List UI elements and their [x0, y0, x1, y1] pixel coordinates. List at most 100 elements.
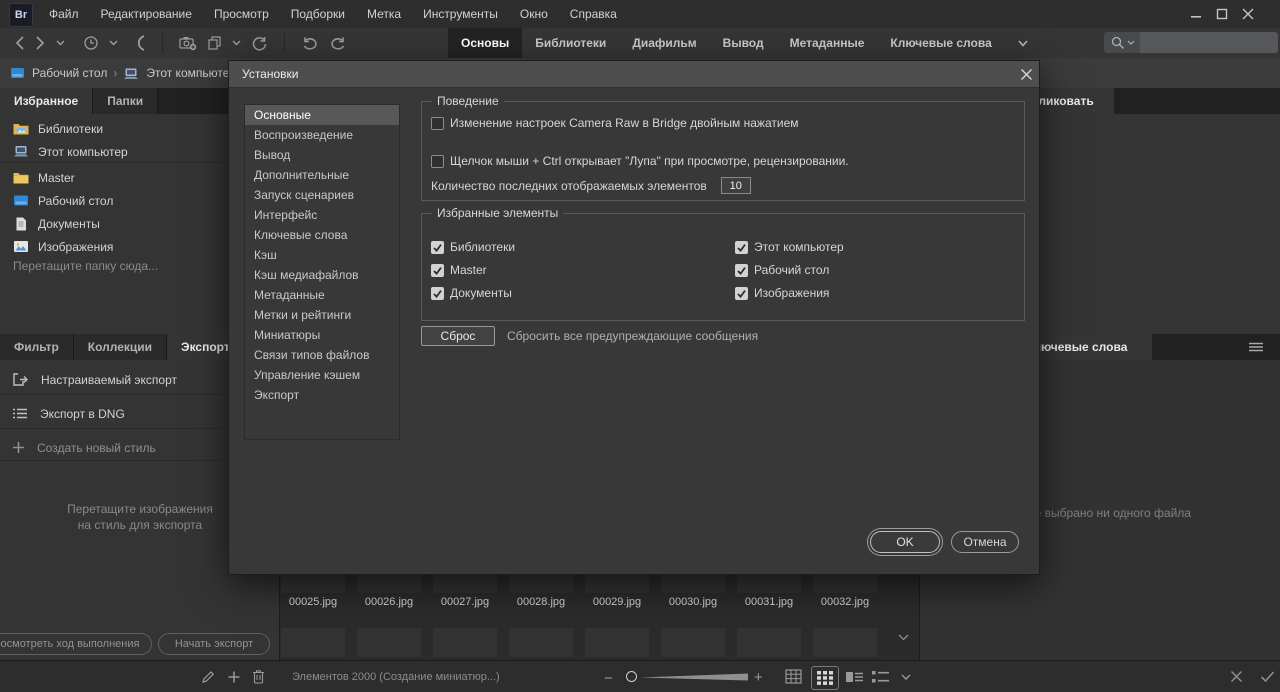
- nav-keywords[interactable]: Ключевые слова: [245, 225, 399, 245]
- thumbnail[interactable]: [737, 628, 801, 657]
- view-thumbnails-icon[interactable]: [811, 666, 839, 690]
- zoom-slider-track[interactable]: [640, 673, 748, 681]
- redo-icon[interactable]: [329, 28, 347, 58]
- fav-computer-row[interactable]: Этот компьютер: [735, 240, 844, 254]
- thumbnail[interactable]: [813, 628, 877, 657]
- fav-pictures-row[interactable]: Изображения: [735, 286, 829, 300]
- tab-collections[interactable]: Коллекции: [73, 334, 168, 360]
- camera-raw-checkbox-row[interactable]: Изменение настроек Camera Raw в Bridge д…: [431, 116, 799, 130]
- dialog-title-bar[interactable]: Установки: [229, 61, 1039, 88]
- nav-export[interactable]: Экспорт: [245, 385, 399, 405]
- fav-documents-checkbox[interactable]: [431, 286, 444, 300]
- fav-master-checkbox[interactable]: [431, 263, 444, 277]
- batch-rename-icon[interactable]: [207, 28, 222, 58]
- tab-filter[interactable]: Фильтр: [0, 334, 74, 360]
- view-options-chevron-icon[interactable]: [901, 674, 911, 681]
- nav-playback[interactable]: Воспроизведение: [245, 125, 399, 145]
- thumbnail[interactable]: [509, 628, 573, 657]
- tab-folders[interactable]: Папки: [93, 88, 159, 114]
- return-to-app-icon[interactable]: [134, 28, 146, 58]
- menu-file[interactable]: Файл: [38, 0, 90, 28]
- nav-file-type-assoc[interactable]: Связи типов файлов: [245, 345, 399, 365]
- loupe-checkbox[interactable]: [431, 154, 444, 168]
- dialog-close-icon[interactable]: [1020, 68, 1033, 81]
- fav-desktop-checkbox[interactable]: [735, 263, 748, 277]
- file-name[interactable]: 00032.jpg: [809, 596, 881, 608]
- nav-cache-management[interactable]: Управление кэшем: [245, 365, 399, 385]
- nav-thumbnails[interactable]: Миниатюры: [245, 325, 399, 345]
- menu-edit[interactable]: Редактирование: [90, 0, 203, 28]
- delete-preset-icon[interactable]: [252, 669, 265, 684]
- menu-tools[interactable]: Инструменты: [412, 0, 509, 28]
- file-name[interactable]: 00028.jpg: [505, 596, 577, 608]
- nav-cache[interactable]: Кэш: [245, 245, 399, 265]
- add-preset-icon[interactable]: [227, 670, 241, 684]
- fav-master-row[interactable]: Master: [431, 263, 487, 277]
- zoom-out-icon[interactable]: −: [604, 670, 613, 687]
- tab-output[interactable]: Вывод: [710, 28, 777, 58]
- nav-startup-scripts[interactable]: Запуск сценариев: [245, 185, 399, 205]
- view-list-icon[interactable]: [872, 670, 889, 684]
- file-name[interactable]: 00030.jpg: [657, 596, 729, 608]
- breadcrumb-computer[interactable]: Этот компьютер: [146, 66, 236, 80]
- view-progress-button[interactable]: Просмотреть ход выполнения: [0, 633, 152, 655]
- tab-favorites[interactable]: Избранное: [0, 88, 94, 114]
- thumbnail[interactable]: [585, 628, 649, 657]
- nav-output[interactable]: Вывод: [245, 145, 399, 165]
- nav-labels[interactable]: Метки и рейтинги: [245, 305, 399, 325]
- menu-label[interactable]: Метка: [356, 0, 412, 28]
- undo-icon[interactable]: [301, 28, 319, 58]
- recent-items-input[interactable]: [720, 177, 751, 194]
- panel-menu-icon[interactable]: [1248, 342, 1264, 352]
- search-chevron-icon[interactable]: [1127, 40, 1135, 45]
- tab-keywords[interactable]: Ключевые слова: [877, 28, 1004, 58]
- zoom-slider-knob[interactable]: [626, 671, 637, 682]
- fav-libraries-row[interactable]: Библиотеки: [431, 240, 515, 254]
- scroll-down-icon[interactable]: [898, 634, 909, 641]
- menu-window[interactable]: Окно: [509, 0, 559, 28]
- confirm-keyword-icon[interactable]: [1260, 670, 1275, 683]
- file-name[interactable]: 00027.jpg: [429, 596, 501, 608]
- refresh-icon[interactable]: [251, 28, 268, 58]
- thumbnail[interactable]: [281, 628, 345, 657]
- ok-button[interactable]: OK: [870, 531, 940, 553]
- thumbnail[interactable]: [433, 628, 497, 657]
- fav-desktop-row[interactable]: Рабочий стол: [735, 263, 829, 277]
- tab-libraries[interactable]: Библиотеки: [522, 28, 619, 58]
- minimize-icon[interactable]: [1190, 8, 1202, 20]
- nav-media-cache[interactable]: Кэш медиафайлов: [245, 265, 399, 285]
- file-name[interactable]: 00029.jpg: [581, 596, 653, 608]
- fav-pictures-checkbox[interactable]: [735, 286, 748, 300]
- view-details-icon[interactable]: [846, 670, 863, 684]
- menu-stacks[interactable]: Подборки: [280, 0, 356, 28]
- thumbnail[interactable]: [357, 628, 421, 657]
- search-input[interactable]: [1140, 32, 1278, 53]
- fav-documents-row[interactable]: Документы: [431, 286, 512, 300]
- loupe-checkbox-row[interactable]: Щелчок мыши + Ctrl открывает "Лупа" при …: [431, 154, 849, 168]
- workspace-chevron-icon[interactable]: [1005, 28, 1041, 58]
- reset-warnings-button[interactable]: Сброс: [421, 326, 495, 346]
- nav-interface[interactable]: Интерфейс: [245, 205, 399, 225]
- tab-metadata[interactable]: Метаданные: [777, 28, 878, 58]
- fav-computer-checkbox[interactable]: [735, 240, 748, 254]
- file-name[interactable]: 00025.jpg: [277, 596, 349, 608]
- menu-help[interactable]: Справка: [559, 0, 628, 28]
- close-window-icon[interactable]: [1242, 8, 1254, 20]
- menu-view[interactable]: Просмотр: [203, 0, 280, 28]
- thumbnail[interactable]: [661, 628, 725, 657]
- tab-essentials[interactable]: Основы: [448, 28, 523, 58]
- forward-icon[interactable]: [35, 28, 46, 58]
- recent-chevron-icon[interactable]: [109, 28, 118, 58]
- maximize-icon[interactable]: [1216, 8, 1228, 20]
- edit-preset-icon[interactable]: [201, 670, 215, 684]
- breadcrumb-desktop[interactable]: Рабочий стол: [32, 66, 107, 80]
- reject-keyword-icon[interactable]: [1230, 670, 1243, 683]
- batch-chevron-icon[interactable]: [232, 28, 241, 58]
- cancel-button[interactable]: Отмена: [951, 531, 1019, 553]
- tab-filmstrip[interactable]: Диафильм: [619, 28, 709, 58]
- nav-metadata[interactable]: Метаданные: [245, 285, 399, 305]
- nav-advanced[interactable]: Дополнительные: [245, 165, 399, 185]
- zoom-in-icon[interactable]: +: [754, 669, 763, 686]
- start-export-button[interactable]: Начать экспорт: [158, 633, 270, 655]
- search-icon[interactable]: [1111, 36, 1125, 50]
